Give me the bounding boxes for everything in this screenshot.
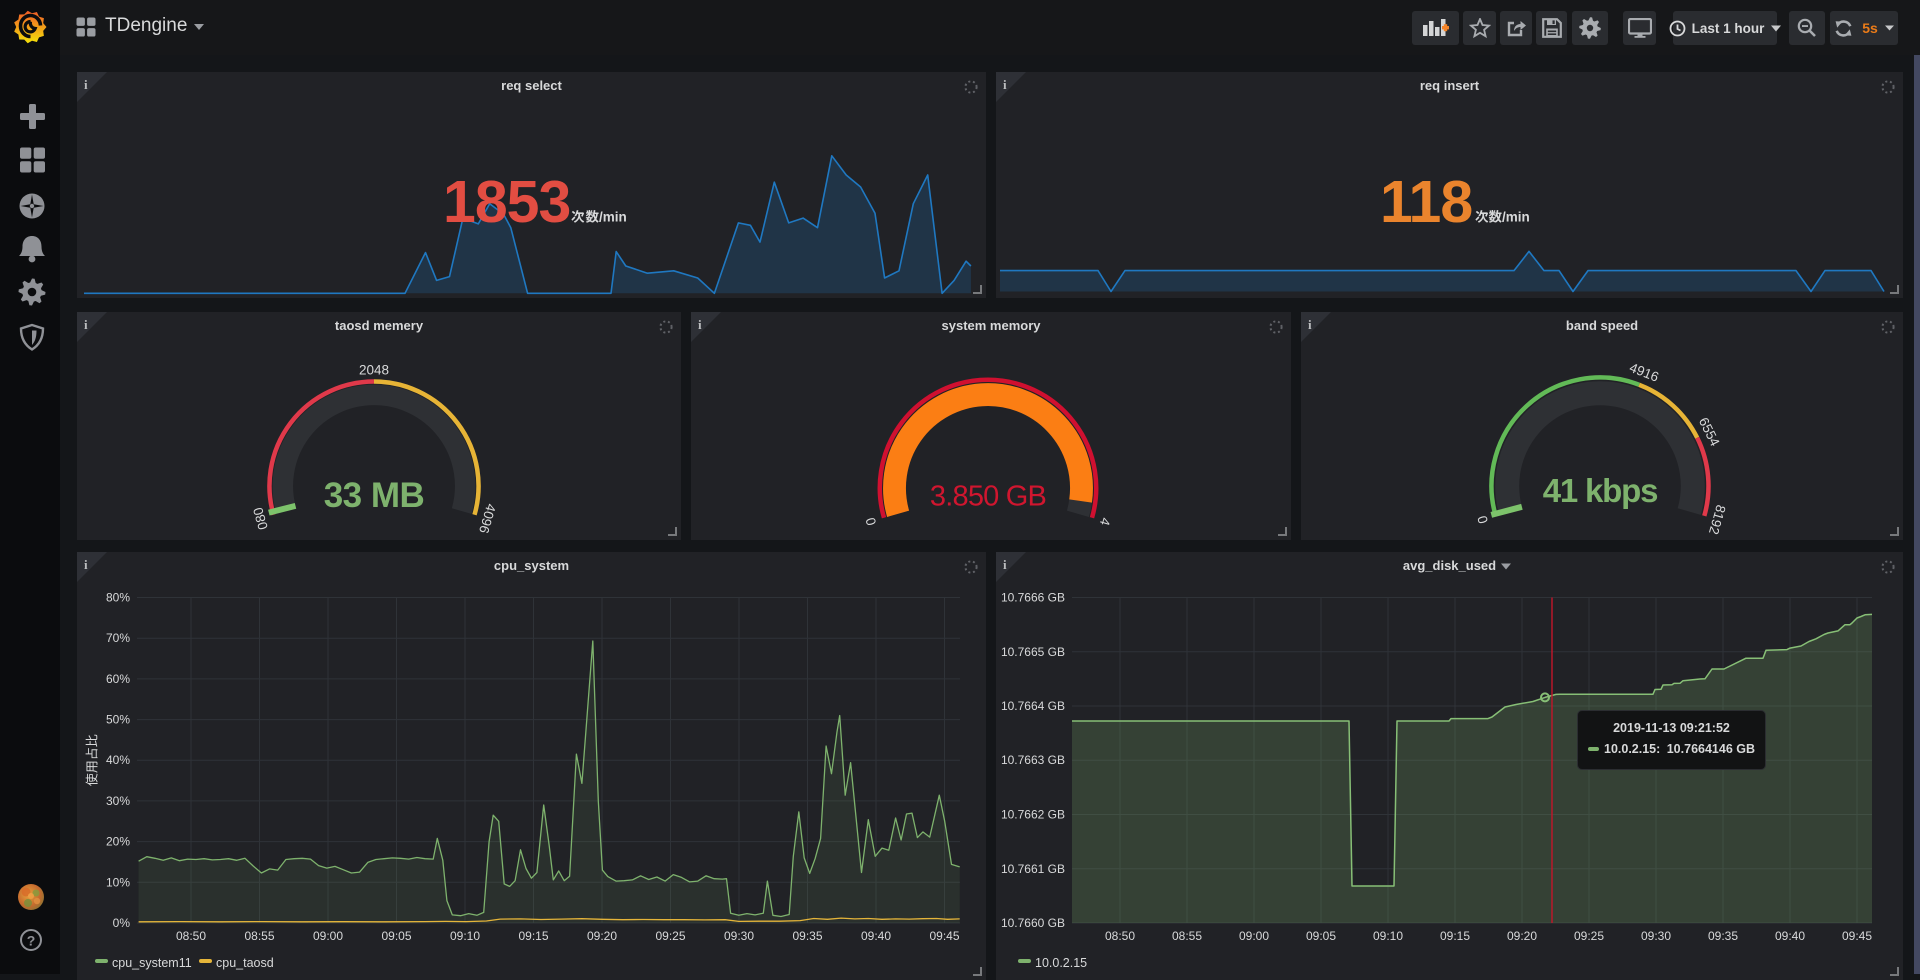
- svg-text:10.7662 GB: 10.7662 GB: [1001, 808, 1065, 822]
- svg-text:080: 080: [250, 506, 271, 532]
- svg-text:/min: /min: [1502, 210, 1530, 225]
- svg-text:10.7661 GB: 10.7661 GB: [1001, 862, 1065, 876]
- svg-text:08:50: 08:50: [1105, 929, 1135, 943]
- svg-text:08:50: 08:50: [176, 929, 206, 943]
- svg-text:8192: 8192: [1706, 503, 1729, 536]
- svg-text:09:10: 09:10: [1373, 929, 1403, 943]
- svg-text:3.850 GB: 3.850 GB: [930, 481, 1046, 513]
- svg-text:118: 118: [1380, 169, 1472, 235]
- svg-text:4: 4: [1097, 516, 1114, 528]
- svg-text:0: 0: [863, 516, 879, 527]
- svg-text:60%: 60%: [106, 672, 130, 686]
- svg-text:09:20: 09:20: [587, 929, 617, 943]
- svg-text:cpu_taosd: cpu_taosd: [216, 956, 274, 970]
- svg-text:09:35: 09:35: [1708, 929, 1738, 943]
- svg-text:33 MB: 33 MB: [324, 476, 425, 515]
- svg-text:?: ?: [27, 933, 36, 949]
- svg-text:/min: /min: [599, 210, 627, 225]
- svg-text:10.7664 GB: 10.7664 GB: [1001, 699, 1065, 713]
- svg-text:30%: 30%: [106, 794, 130, 808]
- svg-text:09:25: 09:25: [1574, 929, 1604, 943]
- svg-text:1853: 1853: [443, 169, 570, 235]
- svg-text:40%: 40%: [106, 753, 130, 767]
- svg-text:09:00: 09:00: [313, 929, 343, 943]
- svg-text:0: 0: [1475, 514, 1491, 525]
- svg-text:08:55: 08:55: [244, 929, 274, 943]
- svg-text:09:40: 09:40: [861, 929, 891, 943]
- svg-text:09:05: 09:05: [381, 929, 411, 943]
- svg-text:09:40: 09:40: [1775, 929, 1805, 943]
- svg-text:10%: 10%: [106, 875, 130, 889]
- svg-text:09:35: 09:35: [792, 929, 822, 943]
- svg-text:08:55: 08:55: [1172, 929, 1202, 943]
- svg-text:10.7665 GB: 10.7665 GB: [1001, 645, 1065, 659]
- svg-text:10.7660 GB: 10.7660 GB: [1001, 916, 1065, 930]
- svg-text:09:45: 09:45: [929, 929, 959, 943]
- svg-text:09:00: 09:00: [1239, 929, 1269, 943]
- svg-text:09:30: 09:30: [1641, 929, 1671, 943]
- svg-text:41 kbps: 41 kbps: [1543, 472, 1658, 509]
- svg-text:20%: 20%: [106, 835, 130, 849]
- svg-text:09:20: 09:20: [1507, 929, 1537, 943]
- svg-text:09:25: 09:25: [655, 929, 685, 943]
- svg-text:09:10: 09:10: [450, 929, 480, 943]
- svg-text:80%: 80%: [106, 591, 130, 605]
- svg-text:10.7663 GB: 10.7663 GB: [1001, 753, 1065, 767]
- svg-text:4096: 4096: [476, 502, 499, 535]
- svg-text:10.7666 GB: 10.7666 GB: [1001, 591, 1065, 605]
- svg-text:09:45: 09:45: [1842, 929, 1872, 943]
- svg-text:70%: 70%: [106, 631, 130, 645]
- svg-text:09:05: 09:05: [1306, 929, 1336, 943]
- svg-text:50%: 50%: [106, 713, 130, 727]
- svg-text:09:30: 09:30: [724, 929, 754, 943]
- svg-text:09:15: 09:15: [518, 929, 548, 943]
- svg-text:0%: 0%: [113, 916, 131, 930]
- svg-text:10.0.2.15: 10.0.2.15: [1035, 956, 1087, 970]
- svg-text:cpu_system11: cpu_system11: [112, 956, 192, 970]
- svg-text:09:15: 09:15: [1440, 929, 1470, 943]
- svg-text:2048: 2048: [359, 363, 389, 378]
